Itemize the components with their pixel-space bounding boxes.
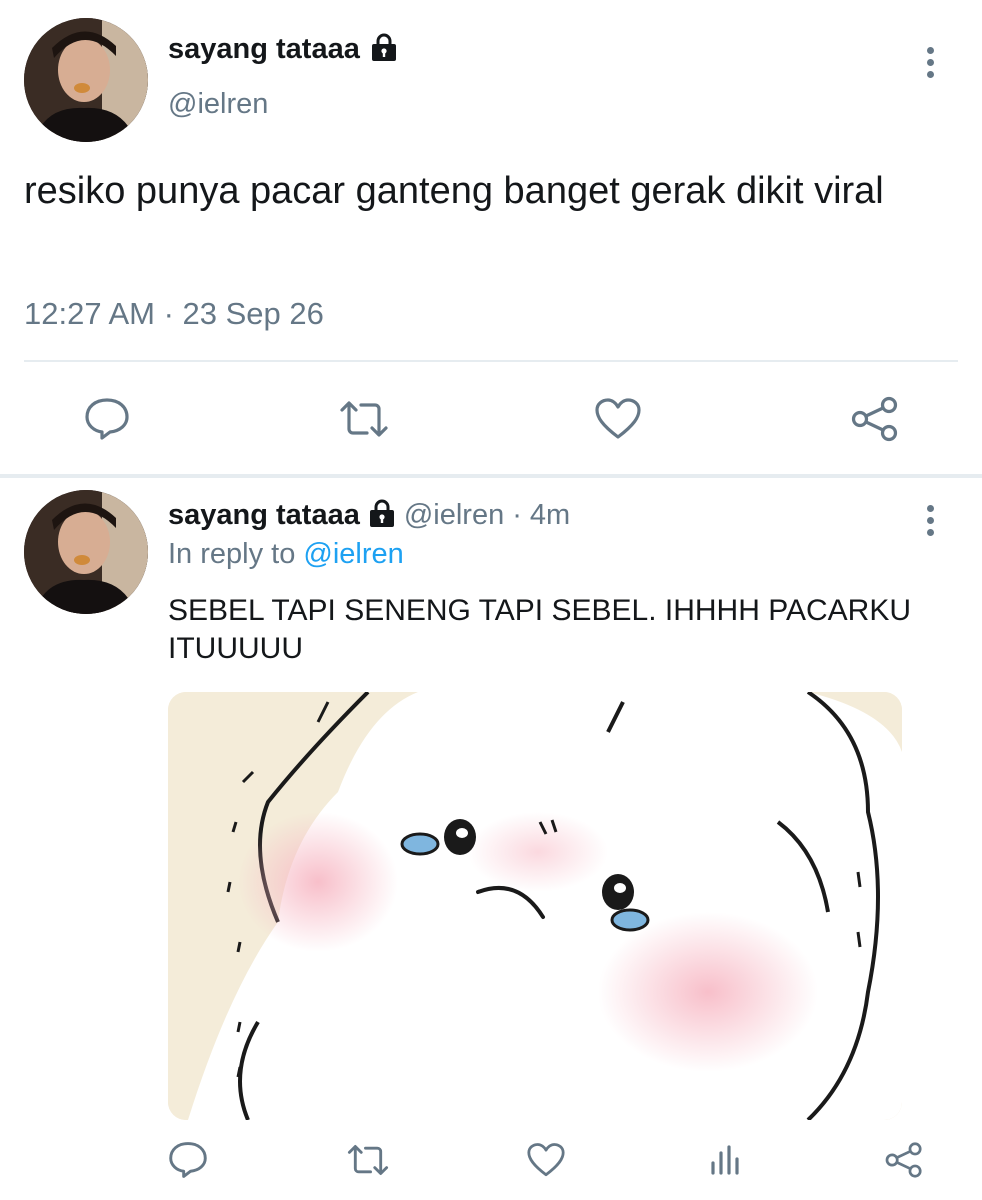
reply-prefix: In reply to — [168, 538, 296, 570]
handle[interactable]: @ielren — [404, 499, 504, 532]
timestamp[interactable]: 12:27 AM · 23 Sep 26 — [24, 296, 324, 332]
tweet-text: resiko punya pacar ganteng banget gerak … — [24, 170, 884, 212]
reply-text: SEBEL TAPI SENENG TAPI SEBEL. IHHHH PACA… — [168, 594, 911, 665]
share-icon[interactable] — [882, 1140, 926, 1180]
more-options-icon[interactable] — [927, 42, 934, 83]
more-options-icon[interactable] — [927, 500, 934, 541]
reply-to-link[interactable]: @ielren — [303, 538, 403, 570]
comment-icon[interactable] — [166, 1140, 210, 1180]
display-name[interactable]: sayang tataaa — [168, 33, 360, 66]
analytics-icon[interactable] — [704, 1140, 748, 1180]
lock-icon — [370, 32, 398, 67]
time-ago[interactable]: 4m — [530, 499, 570, 532]
retweet-icon[interactable] — [336, 394, 392, 444]
avatar[interactable] — [24, 18, 148, 142]
lock-icon — [368, 498, 396, 533]
like-icon[interactable] — [524, 1140, 568, 1180]
separator: · — [512, 499, 522, 531]
comment-icon[interactable] — [82, 394, 132, 444]
retweet-icon[interactable] — [344, 1140, 392, 1180]
share-icon[interactable] — [848, 394, 902, 444]
divider — [24, 360, 958, 362]
like-icon[interactable] — [592, 394, 644, 444]
display-name[interactable]: sayang tataaa — [168, 499, 360, 532]
handle[interactable]: @ielren — [168, 88, 268, 121]
avatar[interactable] — [24, 490, 148, 614]
media-image[interactable] — [168, 692, 902, 1120]
divider — [0, 474, 982, 478]
